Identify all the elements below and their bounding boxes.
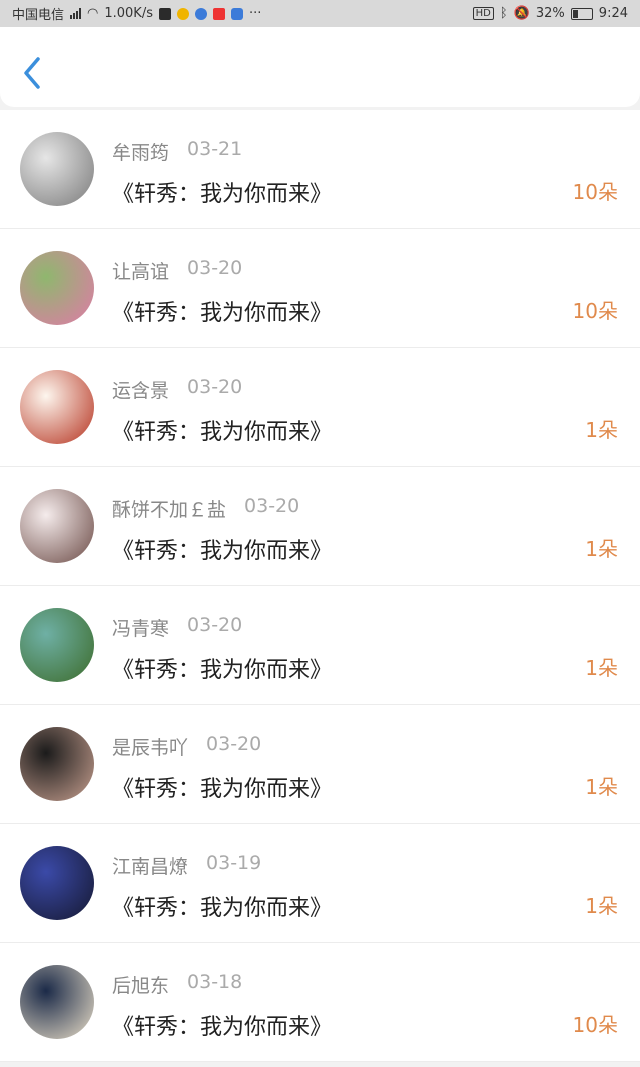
item-title: 《轩秀：我为你而来》 — [112, 539, 333, 564]
flower-count: 1朵 — [585, 537, 618, 561]
list-item[interactable]: 让高谊 03-20 《轩秀：我为你而来》 10朵 — [0, 229, 640, 348]
flower-count: 1朵 — [585, 894, 618, 918]
item-date: 03-20 — [244, 495, 300, 517]
item-date: 03-20 — [187, 376, 243, 398]
avatar[interactable] — [20, 251, 94, 325]
more-notifications: ··· — [248, 6, 262, 21]
user-name: 江南昌燎 — [112, 856, 189, 878]
item-date: 03-20 — [206, 733, 262, 755]
avatar[interactable] — [20, 727, 94, 801]
flower-count: 10朵 — [572, 1013, 618, 1037]
signal-icon — [70, 8, 82, 19]
avatar[interactable] — [20, 489, 94, 563]
list-item[interactable]: 冯青寒 03-20 《轩秀：我为你而来》 1朵 — [0, 586, 640, 705]
item-date: 03-18 — [187, 971, 243, 993]
app-notification-icon — [194, 7, 207, 20]
avatar[interactable] — [20, 132, 94, 206]
mute-icon: 🔕 — [513, 6, 530, 21]
list-item[interactable]: 牟雨筠 03-21 《轩秀：我为你而来》 10朵 — [0, 110, 640, 229]
chevron-left-icon — [24, 57, 40, 89]
item-date: 03-19 — [206, 852, 262, 874]
item-meta: 冯青寒 03-20 — [112, 614, 242, 641]
user-name: 酥饼不加￡盐 — [112, 499, 227, 521]
avatar[interactable] — [20, 608, 94, 682]
item-title: 《轩秀：我为你而来》 — [112, 777, 333, 802]
item-meta: 酥饼不加￡盐 03-20 — [112, 495, 299, 522]
battery-icon — [570, 7, 593, 20]
list-item[interactable]: 是辰韦吖 03-20 《轩秀：我为你而来》 1朵 — [0, 705, 640, 824]
item-meta: 是辰韦吖 03-20 — [112, 733, 261, 760]
avatar[interactable] — [20, 846, 94, 920]
item-meta: 运含景 03-20 — [112, 376, 242, 403]
item-title: 《轩秀：我为你而来》 — [112, 420, 333, 445]
hd-icon: HD — [472, 7, 494, 20]
user-name: 后旭东 — [112, 975, 170, 997]
avatar[interactable] — [20, 965, 94, 1039]
network-speed: 1.00K/s — [104, 6, 153, 21]
battery-percent: 32% — [535, 6, 565, 21]
flower-count: 1朵 — [585, 418, 618, 442]
flower-count: 1朵 — [585, 656, 618, 680]
app-notification-icon — [176, 7, 189, 20]
back-button[interactable] — [18, 55, 48, 91]
carrier-label: 中国电信 — [12, 8, 65, 23]
item-title: 《轩秀：我为你而来》 — [112, 1015, 333, 1040]
header — [0, 27, 640, 107]
flower-count: 10朵 — [572, 180, 618, 204]
item-date: 03-21 — [187, 138, 243, 160]
item-title: 《轩秀：我为你而来》 — [112, 301, 333, 326]
gift-list: 牟雨筠 03-21 《轩秀：我为你而来》 10朵 让高谊 03-20 《轩秀：我为你而来》 1… — [0, 110, 640, 1062]
item-meta: 江南昌燎 03-19 — [112, 852, 261, 879]
wifi-icon: ◠ — [87, 6, 99, 21]
item-date: 03-20 — [187, 257, 243, 279]
user-name: 让高谊 — [112, 261, 170, 283]
flower-count: 1朵 — [585, 775, 618, 799]
app-notification-icon — [158, 7, 171, 20]
item-date: 03-20 — [187, 614, 243, 636]
item-meta: 后旭东 03-18 — [112, 971, 242, 998]
item-title: 《轩秀：我为你而来》 — [112, 658, 333, 683]
list-item[interactable]: 酥饼不加￡盐 03-20 《轩秀：我为你而来》 1朵 — [0, 467, 640, 586]
avatar[interactable] — [20, 370, 94, 444]
item-title: 《轩秀：我为你而来》 — [112, 182, 333, 207]
user-name: 是辰韦吖 — [112, 737, 189, 759]
list-item[interactable]: 江南昌燎 03-19 《轩秀：我为你而来》 1朵 — [0, 824, 640, 943]
bluetooth-icon: ᛒ — [499, 6, 508, 21]
app-notification-icon — [212, 7, 225, 20]
item-meta: 牟雨筠 03-21 — [112, 138, 242, 165]
list-item[interactable]: 运含景 03-20 《轩秀：我为你而来》 1朵 — [0, 348, 640, 467]
app-notification-icon — [230, 7, 243, 20]
user-name: 牟雨筠 — [112, 142, 170, 164]
list-item[interactable]: 后旭东 03-18 《轩秀：我为你而来》 10朵 — [0, 943, 640, 1062]
user-name: 运含景 — [112, 380, 170, 402]
flower-count: 10朵 — [572, 299, 618, 323]
item-meta: 让高谊 03-20 — [112, 257, 242, 284]
status-bar: 中国电信 ◠ 1.00K/s ··· HD ᛒ 🔕 32% 9:24 — [0, 0, 640, 27]
clock: 9:24 — [598, 6, 628, 21]
user-name: 冯青寒 — [112, 618, 170, 640]
item-title: 《轩秀：我为你而来》 — [112, 896, 333, 921]
